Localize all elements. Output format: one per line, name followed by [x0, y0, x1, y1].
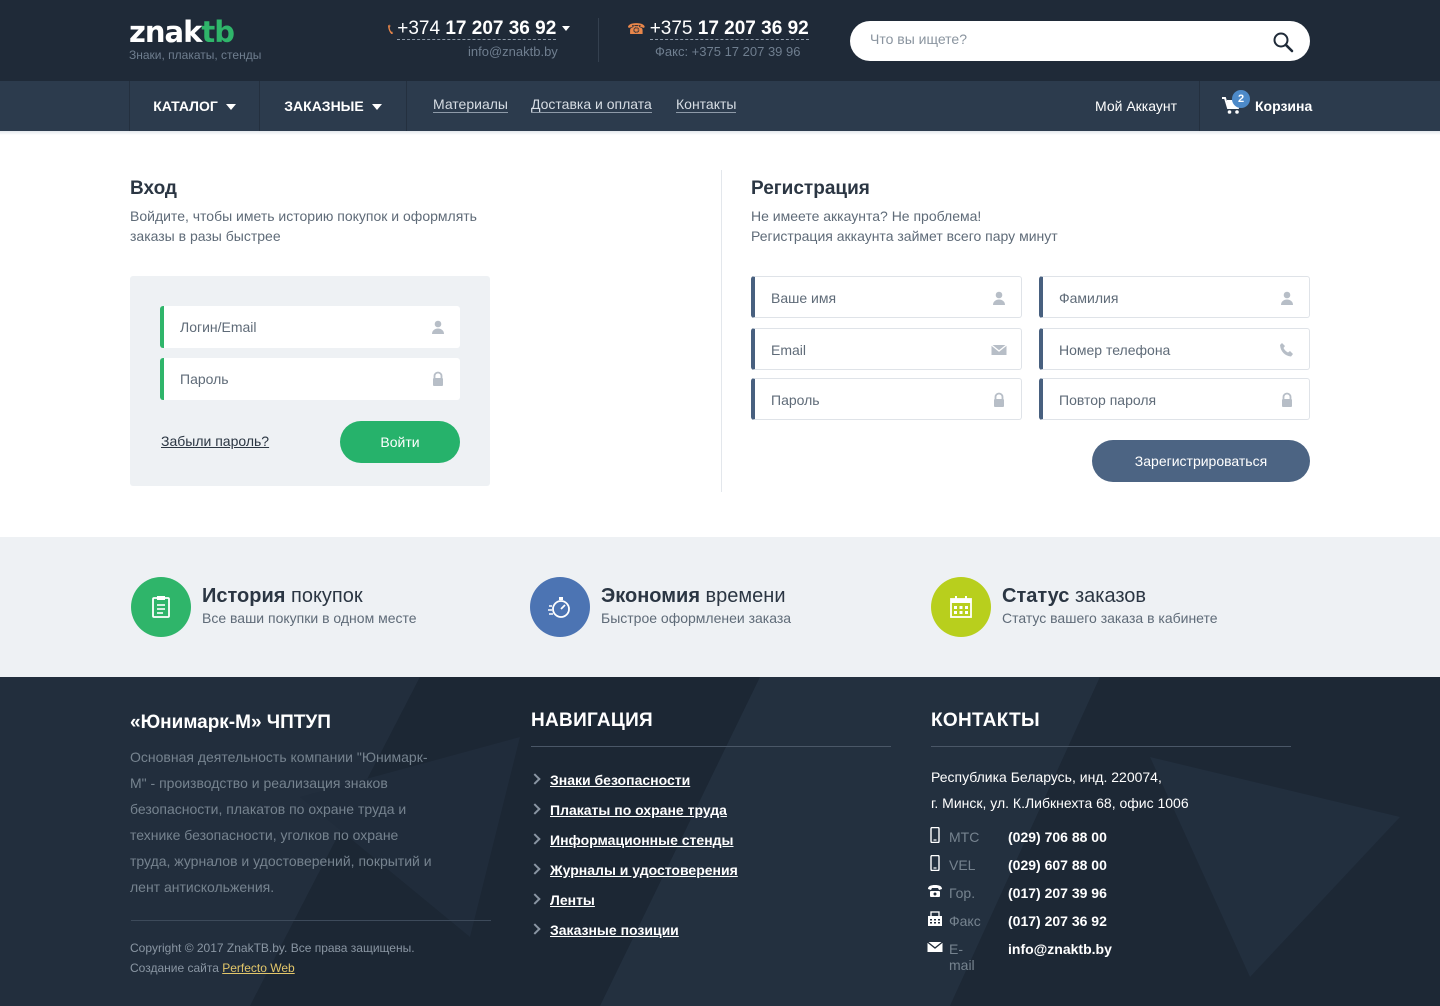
divider	[931, 746, 1291, 747]
lock-icon	[1282, 392, 1292, 407]
phone-icon	[1280, 343, 1293, 357]
search-box	[850, 21, 1310, 61]
cart-count-badge: 2	[1232, 90, 1250, 108]
features-strip: История покупок Все ваши покупки в одном…	[0, 537, 1440, 677]
register-password-repeat-field[interactable]: Повтор пароля	[1039, 378, 1310, 420]
footer-copyright: Copyright © 2017 ZnakTB.by. Все права за…	[130, 941, 415, 975]
feature-title: Статус заказов	[1002, 585, 1147, 607]
main-nav: КАТАЛОГ ЗАКАЗНЫЕ Материалы Доставка и оп…	[0, 81, 1440, 131]
footer-contacts-title: КОНТАКТЫ	[931, 710, 1040, 731]
feature-icon-circle	[131, 577, 191, 637]
login-password-field[interactable]: Пароль	[160, 358, 460, 400]
footer-company-name: «Юнимарк-М» ЧПТУП	[130, 712, 331, 733]
login-description: Войдите, чтобы иметь историю покупок и о…	[130, 208, 477, 244]
caret-down-icon	[225, 104, 236, 111]
nav-catalog-dropdown[interactable]: КАТАЛОГ	[129, 81, 259, 131]
register-surname-field[interactable]: Фамилия	[1039, 276, 1310, 318]
header-fax: Факс: +375 17 207 39 96	[655, 44, 801, 59]
feature-title: Экономия времени	[601, 585, 786, 607]
phone-secondary[interactable]: ☎ +375 17 207 36 92	[627, 18, 809, 40]
footer-about: Основная деятельность компании "Юнимарк-…	[130, 749, 432, 895]
calendar-icon	[950, 596, 972, 618]
lock-icon	[433, 371, 443, 386]
login-button[interactable]: Войти	[340, 421, 460, 463]
mobile-icon	[930, 855, 940, 871]
user-icon	[993, 291, 1005, 305]
phone-icon: 📞︎	[388, 21, 394, 38]
envelope-icon	[927, 941, 943, 952]
register-password-field[interactable]: Пароль	[751, 378, 1022, 420]
logo-tagline: Знаки, плакаты, стенды	[129, 48, 262, 62]
forgot-password-link[interactable]: Забыли пароль?	[161, 433, 269, 449]
stopwatch-icon	[548, 597, 570, 618]
login-email-field[interactable]: Логин/Email	[160, 306, 460, 348]
my-account-link[interactable]: Мой Аккаунт	[1095, 98, 1177, 114]
clipboard-icon	[152, 596, 170, 618]
logo-word: znaktb	[129, 15, 235, 49]
phone-primary[interactable]: 📞︎ +374 17 207 36 92	[388, 18, 571, 40]
header-email[interactable]: info@znaktb.by	[468, 44, 558, 59]
feature-title: История покупок	[202, 585, 363, 607]
register-description: Не имеете аккаунта? Не проблема! Регистра…	[751, 208, 1058, 244]
nav-custom-dropdown[interactable]: ЗАКАЗНЫЕ	[259, 81, 407, 131]
feature-icon-circle	[931, 577, 991, 637]
search-input[interactable]	[870, 31, 1250, 47]
footer-nav-title: НАВИГАЦИЯ	[531, 710, 654, 731]
divider	[1199, 81, 1200, 131]
register-title: Регистрация	[751, 178, 870, 199]
logo[interactable]: znaktb Знаки, плакаты, стенды	[129, 16, 261, 62]
telephone-icon: ☎	[627, 21, 646, 38]
register-email-field[interactable]: Email	[751, 328, 1022, 370]
nav-shadow	[0, 131, 1440, 135]
chevron-down-icon[interactable]	[562, 26, 571, 32]
header-bar: znaktb Знаки, плакаты, стенды 📞︎ +374 17 …	[0, 0, 1440, 81]
footer-address: Республика Беларусь, инд. 220074, г. Мин…	[931, 769, 1189, 811]
register-phone-field[interactable]: Номер телефона	[1039, 328, 1310, 370]
fax-icon	[928, 911, 942, 926]
register-button[interactable]: Зарегистрироваться	[1092, 440, 1310, 482]
user-icon	[1281, 291, 1293, 305]
feature-subtitle: Статус вашего заказа в кабинете	[1002, 610, 1218, 626]
register-name-field[interactable]: Ваше имя	[751, 276, 1022, 318]
lock-icon	[994, 392, 1004, 407]
footer: «Юнимарк-М» ЧПТУП Основная деятельность …	[0, 677, 1440, 1006]
envelope-icon	[991, 344, 1007, 355]
phone-icon	[928, 885, 942, 897]
nav-link-delivery[interactable]: Доставка и оплата	[531, 96, 652, 113]
divider	[131, 920, 491, 921]
search-icon[interactable]	[1272, 31, 1294, 53]
divider	[531, 746, 891, 747]
nav-link-materials[interactable]: Материалы	[433, 96, 508, 113]
user-icon	[432, 320, 444, 334]
login-title: Вход	[130, 178, 177, 199]
feature-icon-circle	[530, 577, 590, 637]
mobile-icon	[930, 827, 940, 843]
feature-subtitle: Быстрое оформленеи заказа	[601, 610, 792, 626]
divider	[721, 170, 722, 492]
cart-label: Корзина	[1255, 98, 1313, 114]
feature-subtitle: Все ваши покупки в одном месте	[202, 610, 417, 626]
caret-down-icon	[371, 104, 382, 111]
divider	[598, 18, 599, 62]
nav-link-contacts[interactable]: Контакты	[676, 96, 737, 113]
credit-link[interactable]: Perfecto Web	[222, 961, 294, 975]
